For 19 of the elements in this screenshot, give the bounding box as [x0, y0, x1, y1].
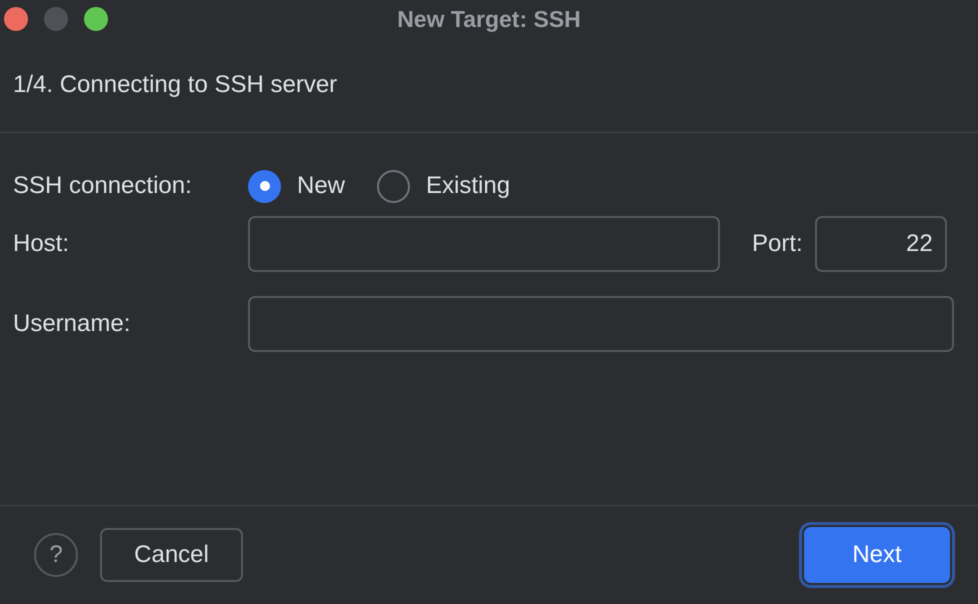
- host-input-field[interactable]: [248, 216, 720, 272]
- username-input-field[interactable]: [248, 296, 954, 352]
- radio-label[interactable]: Existing: [426, 168, 510, 204]
- port-input-field[interactable]: 22: [814, 216, 947, 272]
- host-label: Host:: [13, 229, 70, 259]
- username-label: Username:: [13, 309, 132, 339]
- window-title: New Target: SSH: [397, 4, 581, 34]
- port-label: Port:: [752, 229, 803, 259]
- radio-button[interactable]: [248, 170, 281, 202]
- close-window-icon[interactable]: [4, 7, 28, 31]
- step-title: 1/4. Connecting to SSH server: [13, 70, 338, 100]
- dialog-button[interactable]: Next: [804, 527, 950, 583]
- help-button[interactable]: ?: [34, 533, 78, 577]
- minimize-window-icon[interactable]: [44, 7, 68, 31]
- radio-label[interactable]: New: [297, 168, 346, 204]
- dialog-button[interactable]: Cancel: [100, 528, 243, 582]
- zoom-window-icon[interactable]: [84, 7, 108, 31]
- radio-button[interactable]: [377, 170, 410, 202]
- ssh-connection-label: SSH connection:: [13, 171, 193, 201]
